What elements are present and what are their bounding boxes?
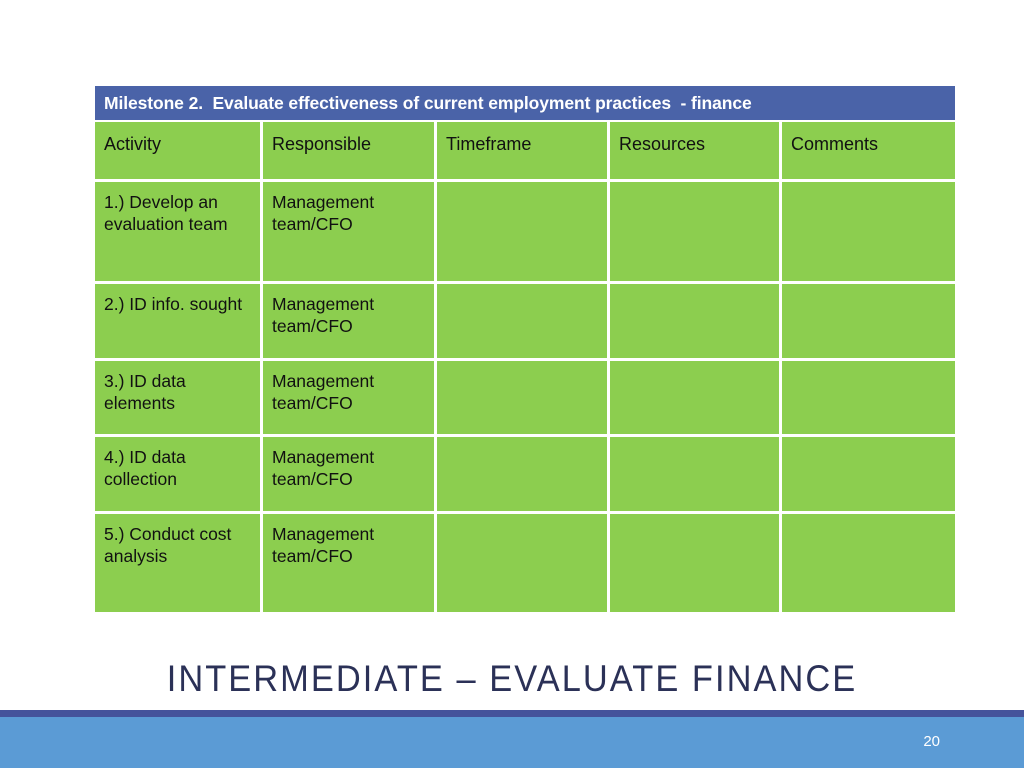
cell-responsible: Management team/CFO [263,514,437,612]
cell-comments [782,437,955,514]
page-number: 20 [923,733,940,750]
table-row: 5.) Conduct cost analysis Management tea… [95,514,955,612]
cell-resources [610,437,782,514]
cell-activity: 5.) Conduct cost analysis [95,514,263,612]
cell-responsible: Management team/CFO [263,284,437,361]
cell-responsible: Management team/CFO [263,182,437,284]
milestone-header-bar: Milestone 2. Evaluate effectiveness of c… [95,86,955,120]
cell-comments [782,284,955,361]
cell-activity: 4.) ID data collection [95,437,263,514]
cell-timeframe [437,284,610,361]
footer-band [0,717,1024,768]
milestone-table-block: Milestone 2. Evaluate effectiveness of c… [95,86,955,612]
cell-timeframe [437,182,610,284]
cell-resources [610,284,782,361]
cell-resources [610,514,782,612]
cell-timeframe [437,437,610,514]
column-header-comments: Comments [782,122,955,182]
cell-timeframe [437,514,610,612]
slide-canvas: Milestone 2. Evaluate effectiveness of c… [0,0,1024,768]
action-plan-table: Activity Responsible Timeframe Resources… [95,122,955,612]
cell-activity: 3.) ID data elements [95,361,263,437]
cell-comments [782,361,955,437]
cell-resources [610,182,782,284]
cell-responsible: Management team/CFO [263,437,437,514]
table-row: 2.) ID info. sought Management team/CFO [95,284,955,361]
cell-comments [782,182,955,284]
table-row: 4.) ID data collection Management team/C… [95,437,955,514]
cell-activity: 2.) ID info. sought [95,284,263,361]
cell-activity: 1.) Develop an evaluation team [95,182,263,284]
slide-title: INTERMEDIATE – EVALUATE FINANCE [166,658,858,699]
table-header-row: Activity Responsible Timeframe Resources… [95,122,955,182]
cell-responsible: Management team/CFO [263,361,437,437]
column-header-resources: Resources [610,122,782,182]
cell-timeframe [437,361,610,437]
cell-resources [610,361,782,437]
table-row: 3.) ID data elements Management team/CFO [95,361,955,437]
table-row: 1.) Develop an evaluation team Managemen… [95,182,955,284]
cell-comments [782,514,955,612]
footer-accent-rule [0,710,1024,717]
column-header-activity: Activity [95,122,263,182]
column-header-responsible: Responsible [263,122,437,182]
column-header-timeframe: Timeframe [437,122,610,182]
